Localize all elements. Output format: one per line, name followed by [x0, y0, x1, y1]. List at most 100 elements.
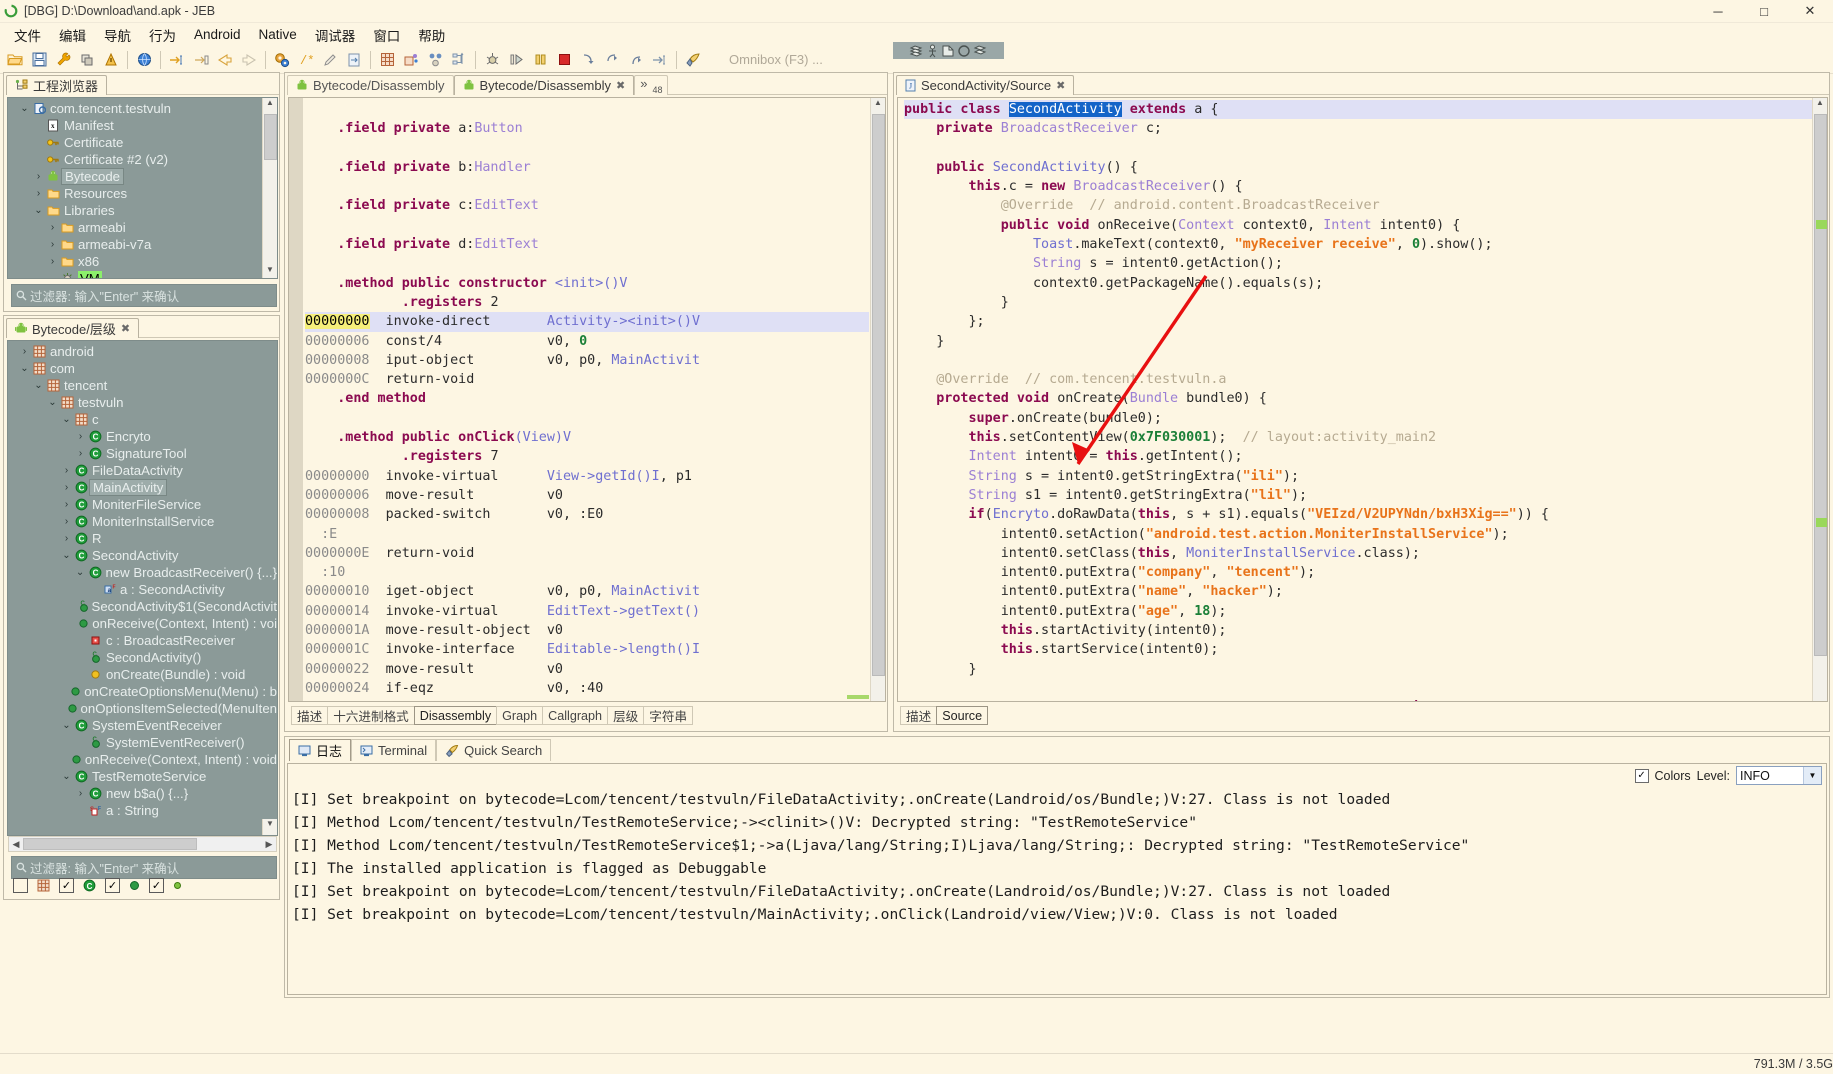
- tree-item[interactable]: VM: [8, 270, 277, 278]
- close-button[interactable]: ✕: [1787, 0, 1833, 22]
- menu-help[interactable]: 帮助: [409, 23, 454, 47]
- save-icon[interactable]: [27, 48, 51, 72]
- tree-item[interactable]: ⌄ Libraries: [8, 202, 277, 219]
- tree-twisty[interactable]: ›: [74, 431, 87, 442]
- tree-twisty[interactable]: ›: [46, 222, 59, 233]
- toggle-fields-checkbox[interactable]: ✓: [149, 878, 164, 893]
- tree-item[interactable]: › C FileDataActivity: [8, 462, 277, 479]
- btab-disassembly[interactable]: Disassembly: [413, 706, 498, 725]
- tree-twisty[interactable]: ⌄: [74, 567, 87, 578]
- forward-arrow-icon[interactable]: [237, 48, 261, 72]
- project-tree-scrollbar[interactable]: ▲ ▼: [262, 98, 277, 278]
- tree-twisty[interactable]: ›: [32, 171, 45, 182]
- log-level-select[interactable]: INFO ▼: [1736, 766, 1822, 785]
- btab-callgraph[interactable]: Callgraph: [542, 706, 609, 725]
- tab-bytecode-disassembly-1[interactable]: Bytecode/Disassembly: [287, 75, 454, 95]
- tree-twisty[interactable]: ›: [32, 188, 45, 199]
- menu-native[interactable]: Native: [250, 25, 306, 44]
- palette-icon[interactable]: [399, 48, 423, 72]
- tree-item[interactable]: › C MoniterFileService: [8, 496, 277, 513]
- menu-android[interactable]: Android: [185, 25, 250, 44]
- tree-twisty[interactable]: ›: [46, 256, 59, 267]
- tree-item[interactable]: ⌄ c: [8, 411, 277, 428]
- tab-bytecode-disassembly-2[interactable]: Bytecode/Disassembly ✖: [453, 75, 635, 95]
- tree-item[interactable]: x Manifest: [8, 117, 277, 134]
- tree-item[interactable]: › Resources: [8, 185, 277, 202]
- tab-overflow-button[interactable]: » 48: [634, 75, 669, 95]
- step-out-icon[interactable]: [624, 48, 648, 72]
- tree-item[interactable]: Certificate: [8, 134, 277, 151]
- tree-item[interactable]: › C R: [8, 530, 277, 547]
- close-icon[interactable]: ✖: [1056, 79, 1065, 92]
- tree-twisty[interactable]: ›: [60, 465, 73, 476]
- step-over2-icon[interactable]: [600, 48, 624, 72]
- close-icon[interactable]: ✖: [616, 79, 625, 92]
- scroll-up-arrow[interactable]: ▲: [263, 98, 277, 111]
- btab-hex[interactable]: 十六进制格式: [327, 706, 415, 725]
- step-into2-icon[interactable]: [576, 48, 600, 72]
- chevron-down-icon[interactable]: ▼: [1803, 767, 1821, 784]
- back-arrow-icon[interactable]: [213, 48, 237, 72]
- tree-twisty[interactable]: ⌄: [18, 363, 31, 374]
- tree-item[interactable]: onOptionsItemSelected(MenuIten: [8, 700, 277, 717]
- tab-secondactivity-source[interactable]: J SecondActivity/Source ✖: [896, 75, 1075, 95]
- tree-item[interactable]: › Cnew b$a() {...}: [8, 785, 277, 802]
- run-icon[interactable]: [504, 48, 528, 72]
- tree-item[interactable]: ⌄ C SecondActivity: [8, 547, 277, 564]
- tree-item[interactable]: Certificate #2 (v2): [8, 151, 277, 168]
- tab-terminal[interactable]: Terminal: [351, 739, 437, 761]
- tree-item[interactable]: ⌄ tencent: [8, 377, 277, 394]
- warning-icon[interactable]: [99, 48, 123, 72]
- tree-item[interactable]: › armeabi: [8, 219, 277, 236]
- hierarchy-icon[interactable]: [447, 48, 471, 72]
- step-into-icon[interactable]: [165, 48, 189, 72]
- tree-twisty[interactable]: ⌄: [32, 205, 45, 216]
- toggle-methods-checkbox[interactable]: ✓: [105, 878, 120, 893]
- tab-project-explorer[interactable]: 工程浏览器: [6, 75, 108, 95]
- tree-item[interactable]: ⌄ C SystemEventReceiver: [8, 717, 277, 734]
- disassembly-code-view[interactable]: .field private a:Button .field private b…: [288, 97, 886, 702]
- tree-item[interactable]: › android: [8, 343, 277, 360]
- hscroll-right-arrow[interactable]: ▶: [262, 839, 276, 850]
- tab-quick-search[interactable]: Quick Search: [436, 739, 552, 761]
- btab-source-description[interactable]: 描述: [900, 706, 938, 725]
- scroll-down-arrow[interactable]: ▼: [263, 265, 277, 278]
- export-icon[interactable]: [342, 48, 366, 72]
- tree-item[interactable]: onCreateOptionsMenu(Menu) : b: [8, 683, 277, 700]
- tree-twisty[interactable]: ›: [60, 516, 73, 527]
- source-scrollbar[interactable]: ▲: [1812, 98, 1827, 701]
- hscroll-thumb[interactable]: [23, 838, 197, 850]
- scroll-up-arrow[interactable]: ▲: [1813, 98, 1827, 111]
- rocket-icon[interactable]: [681, 48, 705, 72]
- scroll-up-arrow[interactable]: ▲: [871, 98, 885, 111]
- source-code-view[interactable]: public class SecondActivity extends a { …: [897, 97, 1828, 702]
- tree-item[interactable]: ⌄ Cnew BroadcastReceiver() {...}: [8, 564, 277, 581]
- hierarchy-scroll-down[interactable]: ▼: [262, 819, 277, 835]
- scroll-thumb[interactable]: [872, 114, 885, 676]
- menu-file[interactable]: 文件: [5, 23, 50, 47]
- copy-icon[interactable]: [75, 48, 99, 72]
- wrench-icon[interactable]: [51, 48, 75, 72]
- tree-twisty[interactable]: ›: [18, 346, 31, 357]
- toggle-packages-checkbox[interactable]: [13, 878, 28, 893]
- nodes-icon[interactable]: [423, 48, 447, 72]
- pencil-icon[interactable]: [318, 48, 342, 72]
- tree-twisty[interactable]: ⌄: [60, 414, 73, 425]
- btab-hierarchy[interactable]: 层级: [607, 706, 645, 725]
- tree-item[interactable]: › C MainActivity: [8, 479, 277, 496]
- maximize-button[interactable]: □: [1741, 0, 1787, 22]
- tree-item[interactable]: › armeabi-v7a: [8, 236, 277, 253]
- step-over-icon[interactable]: [189, 48, 213, 72]
- hscroll-left-arrow[interactable]: ◀: [9, 839, 23, 850]
- goto-icon[interactable]: [648, 48, 672, 72]
- tree-item[interactable]: onCreate(Bundle) : void: [8, 666, 277, 683]
- gears-icon[interactable]: [270, 48, 294, 72]
- tree-item[interactable]: aF a : SecondActivity: [8, 581, 277, 598]
- scroll-thumb[interactable]: [1814, 114, 1827, 656]
- tree-item[interactable]: C SecondActivity(): [8, 649, 277, 666]
- menu-edit[interactable]: 编辑: [50, 23, 95, 47]
- tree-item[interactable]: › C MoniterInstallService: [8, 513, 277, 530]
- bytecode-hierarchy-tree[interactable]: › android ⌄ com ⌄ tencent ⌄ testvuln ⌄ c › C Encryto…: [7, 340, 278, 836]
- tree-item[interactable]: C SystemEventReceiver(): [8, 734, 277, 751]
- debug-icon[interactable]: [480, 48, 504, 72]
